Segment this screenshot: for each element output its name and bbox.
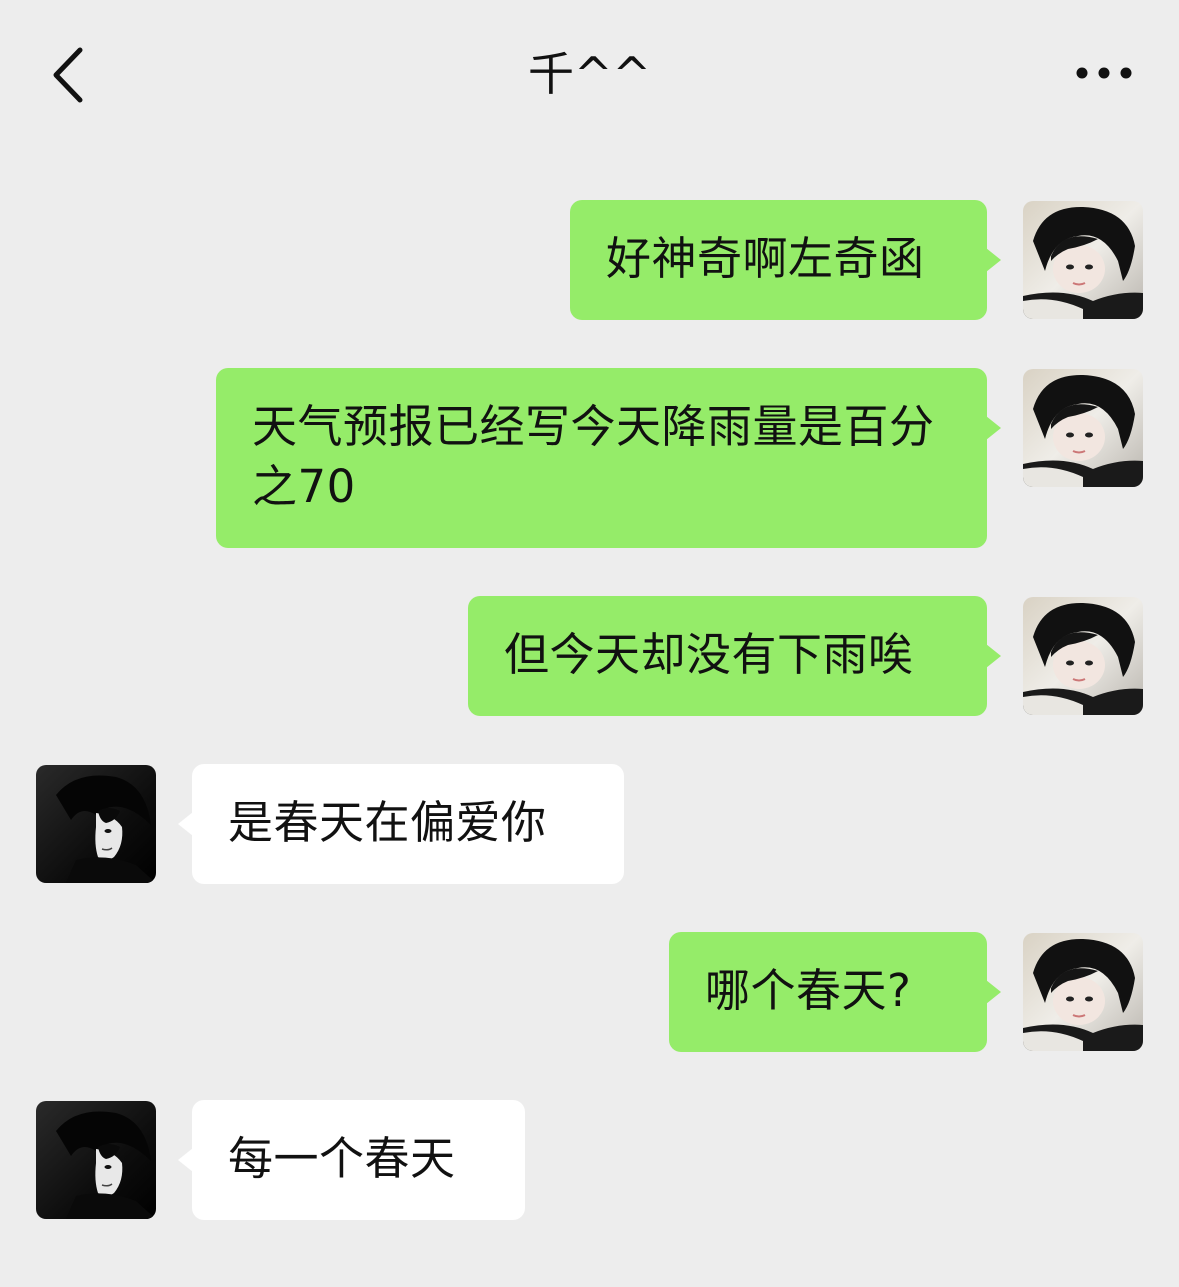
message-bubble-received[interactable]: 每一个春天 bbox=[178, 1100, 525, 1220]
avatar-me[interactable] bbox=[1023, 369, 1143, 487]
avatar-me[interactable] bbox=[1023, 201, 1143, 319]
more-button[interactable] bbox=[1068, 48, 1140, 98]
avatar-me[interactable] bbox=[1023, 933, 1143, 1051]
message-bubble-received[interactable]: 是春天在偏爱你 bbox=[178, 764, 624, 884]
message-bubble-sent[interactable]: 天气预报已经写今天降雨量是百分之70 bbox=[216, 368, 1001, 548]
more-dots-icon bbox=[1076, 67, 1132, 79]
avatar-me[interactable] bbox=[1023, 597, 1143, 715]
avatar-contact[interactable] bbox=[36, 765, 156, 883]
chat-header: 千^^ bbox=[0, 0, 1179, 150]
message-bubble-sent[interactable]: 好神奇啊左奇函 bbox=[570, 200, 1001, 320]
chat-title: 千^^ bbox=[527, 47, 652, 101]
avatar-contact[interactable] bbox=[36, 1101, 156, 1219]
message-bubble-sent[interactable]: 哪个春天? bbox=[669, 932, 1001, 1052]
message-bubble-sent[interactable]: 但今天却没有下雨唉 bbox=[468, 596, 1001, 716]
